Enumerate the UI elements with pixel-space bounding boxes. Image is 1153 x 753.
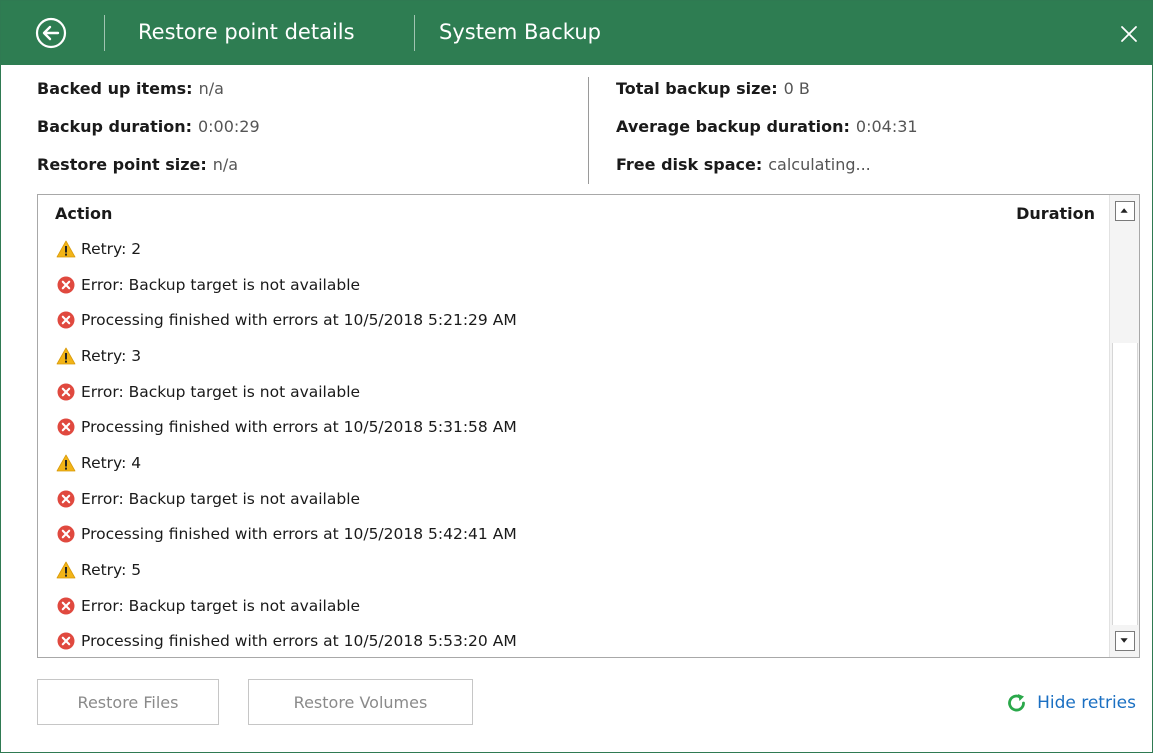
- table-row[interactable]: Processing finished with errors at 10/5/…: [38, 409, 1108, 445]
- summary-value: n/a: [212, 155, 239, 174]
- error-icon: [56, 489, 76, 509]
- error-icon: [56, 310, 76, 330]
- error-icon: [56, 631, 76, 651]
- table-row[interactable]: Processing finished with errors at 10/5/…: [38, 624, 1108, 660]
- summary-label: Backed up items:: [37, 79, 193, 98]
- summary-left: Backed up items: n/a Backup duration: 0:00…: [37, 79, 260, 193]
- table-row[interactable]: Error: Backup target is not available: [38, 374, 1108, 410]
- summary-backup-duration: Backup duration: 0:00:29: [37, 117, 260, 155]
- row-action-text: Processing finished with errors at 10/5/…: [81, 418, 517, 437]
- column-header-action[interactable]: Action: [55, 204, 112, 223]
- back-arrow-icon[interactable]: [35, 17, 67, 49]
- log-rows: Retry: 2 Error: Backup target is not avai…: [38, 231, 1108, 659]
- triangle-up-icon: [1120, 208, 1128, 213]
- scrollbar-thumb[interactable]: [1112, 343, 1138, 625]
- scroll-up-button[interactable]: [1115, 201, 1135, 221]
- summary-right: Total backup size: 0 B Average backup dur…: [616, 79, 918, 193]
- row-action-text: Error: Backup target is not available: [81, 275, 361, 294]
- warning-icon: [56, 346, 76, 366]
- triangle-down-icon: [1120, 638, 1128, 643]
- summary-value: 0:00:29: [197, 117, 260, 136]
- error-icon: [56, 275, 76, 295]
- summary-label: Backup duration:: [37, 117, 192, 136]
- summary-free-disk-space: Free disk space: calculating...: [616, 155, 918, 193]
- restore-volumes-button[interactable]: Restore Volumes: [248, 679, 473, 725]
- warning-icon: [56, 560, 76, 580]
- table-row[interactable]: Error: Backup target is not available: [38, 267, 1108, 303]
- table-header: Action Duration: [38, 195, 1108, 231]
- row-action-text: Error: Backup target is not available: [81, 489, 361, 508]
- title-separator: [104, 15, 105, 51]
- row-action-text: Processing finished with errors at 10/5/…: [81, 311, 517, 330]
- row-action-text: Retry: 5: [81, 561, 142, 580]
- warning-icon: [56, 453, 76, 473]
- summary-value: n/a: [198, 79, 224, 98]
- close-icon[interactable]: [1118, 23, 1140, 45]
- hide-retries-link[interactable]: Hide retries: [1005, 691, 1136, 715]
- summary-total-backup-size: Total backup size: 0 B: [616, 79, 918, 117]
- table-row[interactable]: Processing finished with errors at 10/5/…: [38, 302, 1108, 338]
- table-row[interactable]: Error: Backup target is not available: [38, 481, 1108, 517]
- table-row[interactable]: Processing finished with errors at 10/5/…: [38, 517, 1108, 553]
- tab-restore-point-details[interactable]: Restore point details: [138, 18, 355, 46]
- title-separator: [414, 15, 415, 51]
- table-row[interactable]: Retry: 4: [38, 445, 1108, 481]
- summary-label: Average backup duration:: [616, 117, 850, 136]
- row-action-text: Processing finished with errors at 10/5/…: [81, 632, 517, 651]
- row-action-text: Processing finished with errors at 10/5/…: [81, 525, 517, 544]
- error-icon: [56, 382, 76, 402]
- action-log-table[interactable]: Action Duration Retry: 2 Error: Backup ta…: [37, 194, 1140, 658]
- title-bar: Restore point details System Backup: [1, 1, 1152, 65]
- table-row[interactable]: Retry: 2: [38, 231, 1108, 267]
- summary-label: Total backup size:: [616, 79, 778, 98]
- summary-value: 0 B: [783, 79, 810, 98]
- warning-icon: [56, 239, 76, 259]
- row-action-text: Retry: 4: [81, 453, 142, 472]
- row-action-text: Retry: 3: [81, 346, 142, 365]
- column-header-duration[interactable]: Duration: [1016, 204, 1095, 223]
- error-icon: [56, 596, 76, 616]
- table-row[interactable]: Error: Backup target is not available: [38, 588, 1108, 624]
- vertical-scrollbar[interactable]: [1109, 195, 1139, 657]
- summary-average-backup-duration: Average backup duration: 0:04:31: [616, 117, 918, 155]
- row-action-text: Error: Backup target is not available: [81, 596, 361, 615]
- refresh-arrow-icon: [1008, 694, 1025, 712]
- summary-divider: [588, 77, 589, 184]
- error-icon: [56, 524, 76, 544]
- hide-retries-label[interactable]: Hide retries: [1037, 693, 1136, 713]
- tab-system-backup[interactable]: System Backup: [439, 18, 601, 46]
- scroll-down-button[interactable]: [1115, 631, 1135, 651]
- summary-value: calculating...: [768, 155, 871, 174]
- summary-label: Restore point size:: [37, 155, 207, 174]
- summary-value: 0:04:31: [855, 117, 918, 136]
- row-action-text: Retry: 2: [81, 239, 142, 258]
- table-row[interactable]: Retry: 3: [38, 338, 1108, 374]
- summary-restore-point-size: Restore point size: n/a: [37, 155, 260, 193]
- row-action-text: Error: Backup target is not available: [81, 382, 361, 401]
- restore-files-button[interactable]: Restore Files: [37, 679, 219, 725]
- summary-label: Free disk space:: [616, 155, 763, 174]
- error-icon: [56, 417, 76, 437]
- table-row[interactable]: Retry: 5: [38, 552, 1108, 588]
- summary-backed-up-items: Backed up items: n/a: [37, 79, 260, 117]
- restore-point-details-window: Restore point details System Backup Back…: [0, 0, 1153, 753]
